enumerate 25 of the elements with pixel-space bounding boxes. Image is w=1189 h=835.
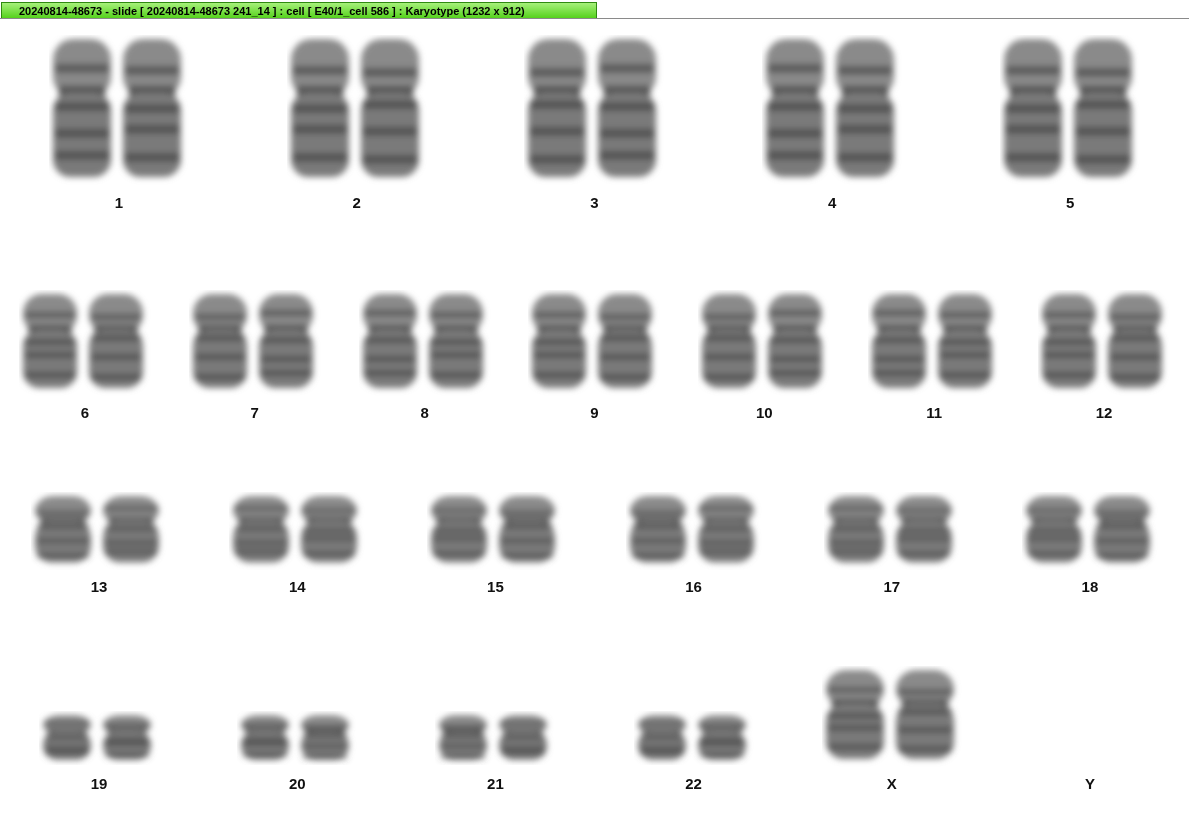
chromosome-number: X xyxy=(886,775,897,792)
window-title-tab[interactable]: 20240814-48673 - slide [ 20240814-48673 241_14 ] : cell [ E40/1_cell 586 ] : Karyotype (1232 x 912) xyxy=(1,2,597,18)
chromosome-number: 6 xyxy=(80,404,90,421)
chromosome-number: 20 xyxy=(288,775,306,792)
chromosome-number: 9 xyxy=(590,404,599,421)
chromosome-number: 11 xyxy=(926,404,943,421)
chromosome-number: 17 xyxy=(883,578,901,595)
chromosome-number: 3 xyxy=(590,194,599,211)
chromosome-number: 2 xyxy=(352,194,361,211)
chromosome-number: 1 xyxy=(114,194,124,211)
chromosome-number: 19 xyxy=(90,775,108,792)
chromosome-number: 15 xyxy=(487,578,504,595)
chromosome-number: 18 xyxy=(1081,578,1099,595)
chromosome-number: 8 xyxy=(420,404,429,421)
chromosome-number: 14 xyxy=(288,578,306,595)
chromosome-number: 16 xyxy=(685,578,702,595)
chromosome-number: 22 xyxy=(685,775,702,792)
chromosome-number: 10 xyxy=(756,404,773,421)
chromosome-number: 7 xyxy=(250,404,259,421)
chromosome-number: 13 xyxy=(90,578,108,595)
chromosome-number: 4 xyxy=(828,194,837,211)
chromosome-number: 21 xyxy=(487,775,504,792)
chromosome-number: Y xyxy=(1084,775,1095,792)
chromosome-number: 5 xyxy=(1065,194,1075,211)
chromosome-number: 12 xyxy=(1095,404,1113,421)
